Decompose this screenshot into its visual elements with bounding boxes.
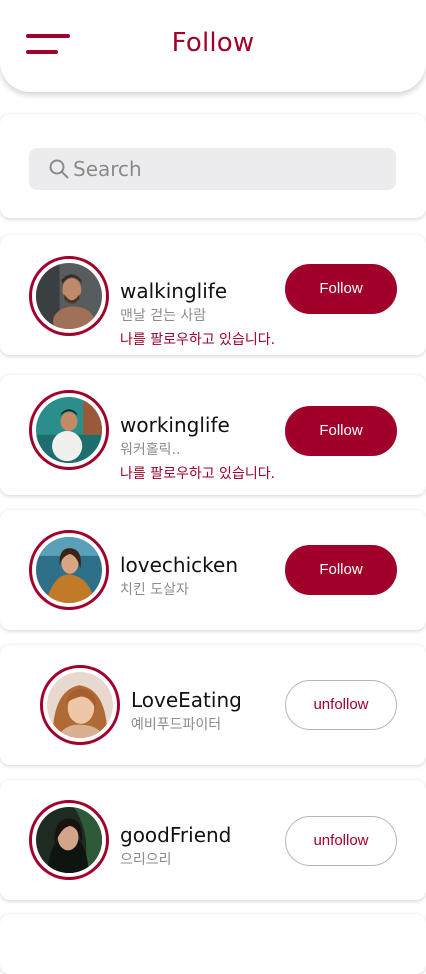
user-list-item[interactable]: goodFriend 으리으리 unfollow xyxy=(0,780,426,900)
profile-photo xyxy=(36,537,102,603)
avatar[interactable] xyxy=(29,390,109,470)
username: LoveEating xyxy=(131,688,242,712)
follows-you-label: 나를 팔로우하고 있습니다. xyxy=(120,332,276,348)
username: lovechicken xyxy=(120,553,239,577)
user-bio: 으리으리 xyxy=(120,852,172,868)
user-bio: 맨날 걷는 사람 xyxy=(120,308,207,324)
profile-photo xyxy=(47,672,113,738)
profile-photo xyxy=(36,807,102,873)
username: walkinglife xyxy=(120,279,228,303)
app-header: Follow xyxy=(0,0,426,92)
search-icon xyxy=(49,159,69,179)
search-input[interactable]: Search xyxy=(29,148,396,190)
avatar[interactable] xyxy=(29,530,109,610)
user-list-item[interactable]: workinglife 워커홀릭.. 나를 팔로우하고 있습니다. Follow xyxy=(0,375,426,495)
search-placeholder: Search xyxy=(73,157,142,181)
user-list-item[interactable]: LoveEating 예비푸드파이터 unfollow xyxy=(0,645,426,765)
unfollow-button[interactable]: unfollow xyxy=(285,680,397,730)
profile-photo xyxy=(36,397,102,463)
page-title: Follow xyxy=(171,28,255,58)
follows-you-label: 나를 팔로우하고 있습니다. xyxy=(120,466,276,482)
follow-button[interactable]: Follow xyxy=(285,545,397,595)
user-list-item[interactable]: lovechicken 치킨 도살자 Follow xyxy=(0,510,426,630)
username: workinglife xyxy=(120,413,230,437)
avatar[interactable] xyxy=(29,256,109,336)
follow-button[interactable]: Follow xyxy=(285,264,397,314)
user-list-item[interactable] xyxy=(0,914,426,974)
user-bio: 치킨 도살자 xyxy=(120,582,189,598)
user-list-item[interactable]: walkinglife 맨날 걷는 사람 나를 팔로우하고 있습니다. Foll… xyxy=(0,235,426,355)
avatar[interactable] xyxy=(29,800,109,880)
follow-button[interactable]: Follow xyxy=(285,406,397,456)
avatar[interactable] xyxy=(40,665,120,745)
user-bio: 예비푸드파이터 xyxy=(131,717,222,733)
search-card: Search xyxy=(0,114,426,218)
profile-photo xyxy=(36,263,102,329)
username: goodFriend xyxy=(120,823,232,847)
user-bio: 워커홀릭.. xyxy=(120,442,181,458)
unfollow-button[interactable]: unfollow xyxy=(285,816,397,866)
